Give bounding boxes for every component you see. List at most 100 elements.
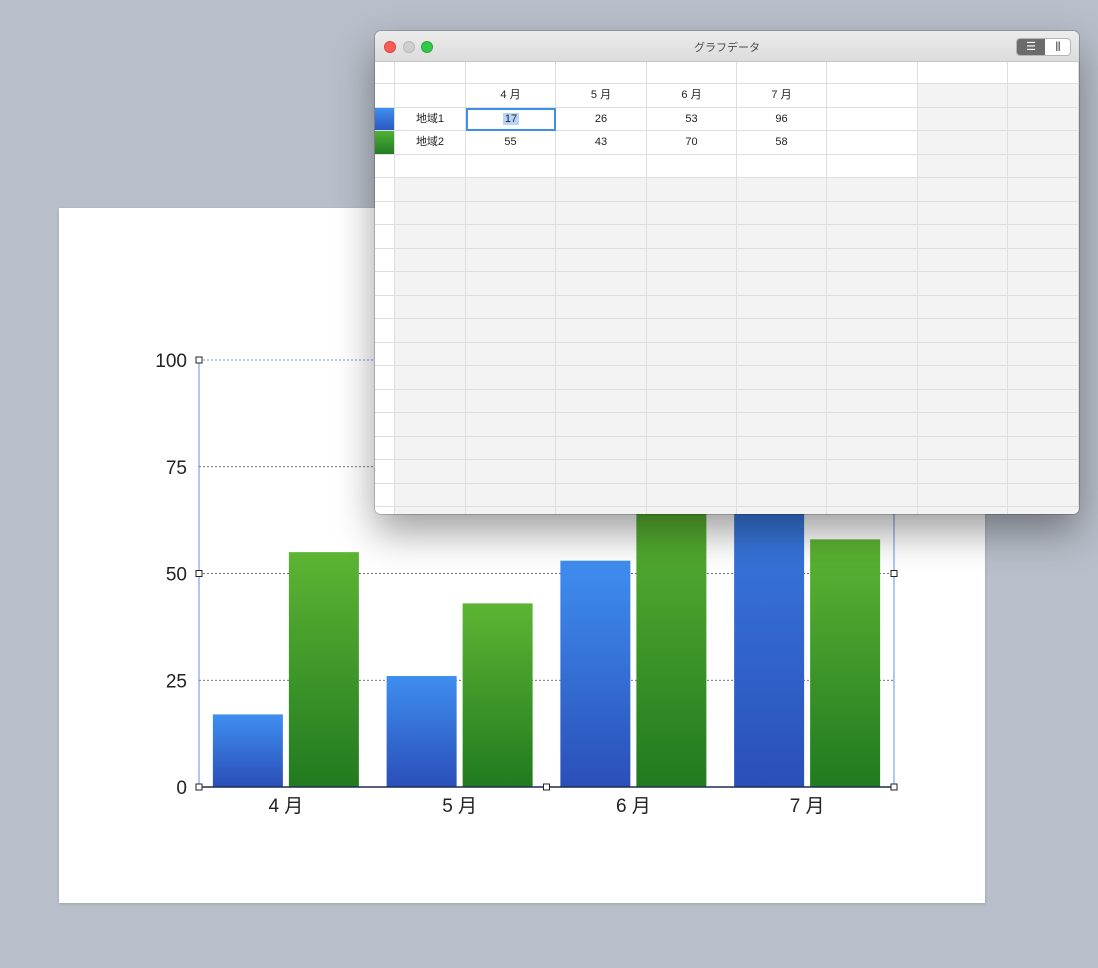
grid-cell[interactable] [647,507,737,514]
grid-cell[interactable] [556,366,647,390]
grid-cell[interactable] [918,272,1008,296]
grid-cell[interactable] [647,413,737,437]
grid-cell[interactable] [827,366,918,390]
column-header-cell[interactable] [395,62,466,84]
grid-cell[interactable] [395,201,466,225]
grid-cell[interactable] [556,319,647,343]
grid-cell[interactable] [556,389,647,413]
grid-cell[interactable] [827,107,918,131]
grid-cell[interactable] [827,272,918,296]
grid-cell[interactable] [918,342,1008,366]
series-color-swatch[interactable] [375,131,395,155]
grid-cell[interactable] [466,507,556,514]
grid-cell[interactable] [556,225,647,249]
grid-cell[interactable] [395,436,466,460]
grid-cell[interactable] [556,272,647,296]
grid-cell[interactable] [918,483,1008,507]
column-header-cell[interactable] [647,62,737,84]
grid-cell[interactable] [556,436,647,460]
grid-cell[interactable] [737,248,827,272]
grid-cell[interactable] [1008,225,1079,249]
grid-cell[interactable] [918,436,1008,460]
bar-series2[interactable] [462,603,533,787]
row-header-cell[interactable] [375,389,395,413]
bar-series1[interactable] [212,714,283,787]
grid-cell[interactable] [737,366,827,390]
row-header-cell[interactable] [375,178,395,202]
grid-cell[interactable] [395,319,466,343]
grid-cell[interactable] [918,84,1008,108]
grid-cell[interactable] [918,295,1008,319]
grid-cell[interactable] [827,436,918,460]
bar-series1[interactable] [560,560,631,787]
grid-cell[interactable] [1008,436,1079,460]
columns-view-icon[interactable]: ||| [1045,39,1070,55]
grid-cell[interactable] [647,178,737,202]
grid-cell[interactable] [827,342,918,366]
value-cell[interactable]: 26 [556,107,647,131]
grid-cell[interactable] [1008,248,1079,272]
grid-cell[interactable] [1008,154,1079,178]
category-header-cell[interactable]: 5 月 [556,84,647,108]
row-header-cell[interactable] [375,295,395,319]
row-header-cell[interactable] [375,319,395,343]
row-header-cell[interactable] [375,366,395,390]
grid-cell[interactable] [827,84,918,108]
grid-cell[interactable] [466,413,556,437]
row-header-cell[interactable] [375,248,395,272]
grid-cell[interactable] [737,436,827,460]
grid-cell[interactable] [647,248,737,272]
grid-cell[interactable] [647,366,737,390]
rows-view-icon[interactable]: ☰ [1017,39,1045,55]
grid-cell[interactable] [737,389,827,413]
grid-cell[interactable] [1008,389,1079,413]
row-header-cell[interactable] [375,507,395,514]
grid-cell[interactable] [647,319,737,343]
grid-cell[interactable] [827,178,918,202]
grid-cell[interactable] [737,413,827,437]
column-header-cell[interactable] [466,62,556,84]
grid-cell[interactable] [737,201,827,225]
column-header-cell[interactable] [737,62,827,84]
grid-cell[interactable] [827,225,918,249]
row-header-cell[interactable] [375,272,395,296]
grid-cell[interactable] [1008,460,1079,484]
grid-cell[interactable] [918,248,1008,272]
grid-cell[interactable] [395,248,466,272]
grid-cell[interactable] [395,154,466,178]
grid-cell[interactable] [827,460,918,484]
grid-cell[interactable] [466,178,556,202]
grid-cell[interactable] [466,342,556,366]
grid-cell[interactable] [466,248,556,272]
grid-cell[interactable] [647,483,737,507]
resize-handle[interactable] [195,356,203,364]
grid-cell[interactable] [466,436,556,460]
grid-cell[interactable] [1008,201,1079,225]
grid-cell[interactable] [827,295,918,319]
grid-cell[interactable] [827,248,918,272]
grid-cell[interactable] [466,201,556,225]
grid-cell[interactable] [918,366,1008,390]
grid-cell[interactable] [556,460,647,484]
grid-cell[interactable] [827,319,918,343]
row-header-cell[interactable] [375,154,395,178]
grid-cell[interactable] [737,319,827,343]
grid-cell[interactable] [737,272,827,296]
bar-series2[interactable] [810,539,881,787]
grid-cell[interactable] [395,483,466,507]
grid-cell[interactable] [1008,483,1079,507]
resize-handle[interactable] [890,570,898,577]
grid-cell[interactable] [737,225,827,249]
view-toggle[interactable]: ☰ ||| [1016,38,1071,56]
grid-cell[interactable] [395,507,466,514]
grid-cell[interactable] [1008,107,1079,131]
column-header-cell[interactable] [827,62,918,84]
bar-series2[interactable] [288,552,359,787]
grid-cell[interactable] [918,507,1008,514]
grid-cell[interactable] [918,413,1008,437]
grid-cell[interactable] [395,342,466,366]
grid-cell[interactable] [647,225,737,249]
grid-cell[interactable] [918,460,1008,484]
row-header-cell[interactable] [375,436,395,460]
row-header-cell[interactable] [375,84,395,108]
